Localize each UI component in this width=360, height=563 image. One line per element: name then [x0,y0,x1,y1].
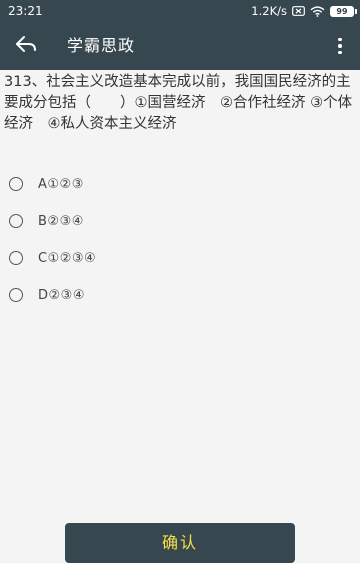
more-vert-icon [338,37,342,42]
back-button[interactable] [10,30,42,62]
app-title: 学霸思政 [67,36,136,55]
option-c[interactable]: C①②③④ [6,242,206,274]
option-b[interactable]: B②③④ [6,205,206,237]
network-speed: 1.2K/s [251,4,287,18]
question-text: 313、社会主义改造基本完成以前，我国国民经济的主要成分包括（ ）①国营经济 ②… [4,74,353,132]
more-vert-icon-dot [338,50,342,55]
sim-off-icon [292,6,305,16]
option-d[interactable]: D②③④ [6,279,206,311]
status-time: 23:21 [8,4,43,18]
option-label: C①②③④ [38,250,97,266]
option-a[interactable]: A①②③ [6,168,206,200]
status-bar: 23:21 1.2K/s 99 [0,0,360,22]
wifi-icon [310,5,325,17]
option-label: A①②③ [38,176,84,192]
more-vert-icon-dot [338,44,342,48]
confirm-button[interactable]: 确认 [65,523,295,563]
radio-icon[interactable] [9,177,23,191]
option-label: D②③④ [38,287,85,303]
battery-icon: 99 [330,5,357,17]
radio-icon[interactable] [9,251,23,265]
radio-icon[interactable] [9,288,23,302]
app-bar: 学霸思政 [0,22,360,70]
more-options-button[interactable] [328,32,352,60]
radio-icon[interactable] [9,214,23,228]
status-indicators: 1.2K/s 99 [251,0,357,22]
back-arrow-icon [15,35,37,57]
option-label: B②③④ [38,213,84,229]
